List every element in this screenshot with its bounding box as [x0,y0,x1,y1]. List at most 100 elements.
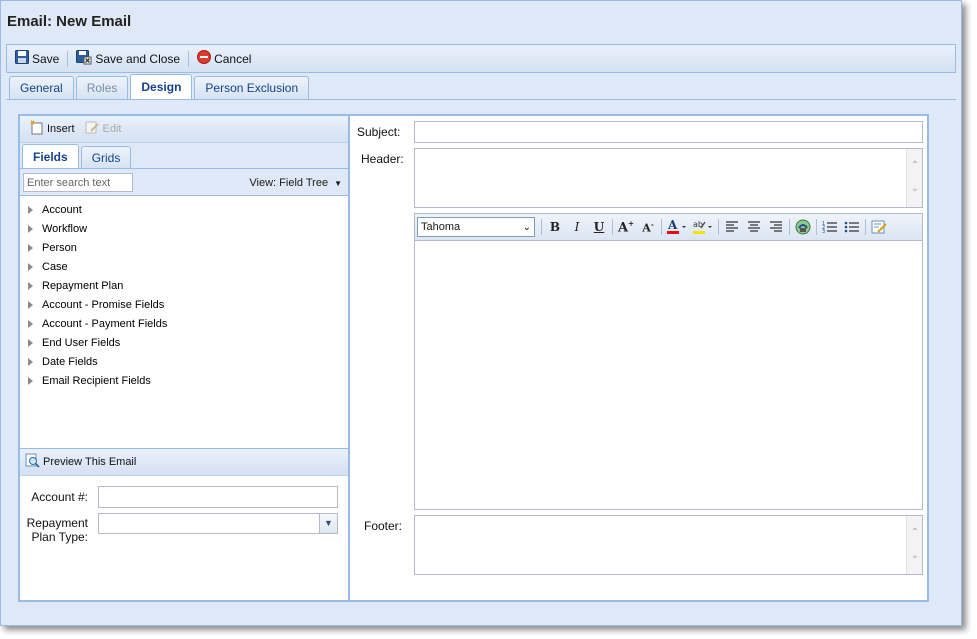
save-label: Save [32,51,60,66]
plan-type-label-line1: Repayment [26,516,88,530]
view-dropdown[interactable]: View: Field Tree ▼ [249,177,342,189]
tree-node-label: End User Fields [42,336,121,349]
tree-node-person[interactable]: Person [20,238,348,257]
chevron-down-icon[interactable]: ⌄ [910,551,920,561]
preview-email-button[interactable]: Preview This Email [25,451,140,473]
tree-node-payment-fields[interactable]: Account - Payment Fields [20,314,348,333]
header-textarea[interactable]: ⌃ ⌄ [414,148,923,208]
save-button[interactable]: Save [11,48,63,70]
tree-node-date-fields[interactable]: Date Fields [20,352,348,371]
italic-icon[interactable]: I [566,217,588,237]
body-editor[interactable]: Tahoma ⌄ B I U A+ A- A ab 1 2 3 [414,213,923,510]
expand-arrow-icon[interactable] [28,357,33,366]
tree-node-label: Account [42,203,82,216]
tab-label: Design [141,80,182,94]
bold-icon[interactable]: B [544,217,566,237]
underline-icon[interactable]: U [588,217,610,237]
expand-arrow-icon[interactable] [28,205,33,214]
tab-roles[interactable]: Roles [75,76,129,99]
preview-form: Account #: Repayment Plan Type: ▼ [20,476,348,596]
tree-node-label: Repayment Plan [42,279,124,292]
expand-arrow-icon[interactable] [28,243,33,252]
subject-label: Subject: [357,125,401,139]
dropdown-arrow-icon[interactable]: ▼ [319,514,337,533]
toolbar-divider [612,219,613,235]
expand-arrow-icon[interactable] [28,281,33,290]
header-scrollbar[interactable]: ⌃ ⌄ [906,149,922,207]
tab-label: Fields [33,149,68,164]
chevron-down-icon[interactable]: ⌄ [910,184,920,194]
subject-input[interactable] [414,121,923,143]
header-label: Header: [361,152,404,166]
tree-node-label: Case [42,260,68,273]
tree-node-end-user-fields[interactable]: End User Fields [20,333,348,352]
tab-grids[interactable]: Grids [80,146,132,168]
search-input[interactable] [23,173,133,192]
edit-label: Edit [102,123,122,135]
tab-design[interactable]: Design [130,74,193,99]
design-panel: Insert Edit Fields Grids View: Field Tre… [18,114,929,602]
tab-general[interactable]: General [9,76,74,99]
toolbar-divider [816,219,817,235]
main-tabs: General Roles Design Person Exclusion [6,74,956,100]
tab-fields[interactable]: Fields [22,144,79,168]
numbered-list-icon[interactable]: 123 [819,217,841,237]
preview-bar: Preview This Email [20,448,348,476]
align-left-icon[interactable] [721,217,743,237]
tree-node-case[interactable]: Case [20,257,348,276]
preview-label: Preview This Email [43,456,137,468]
tab-label: General [20,81,63,95]
editor-toolbar: Tahoma ⌄ B I U A+ A- A ab 1 2 3 [415,214,922,241]
bulleted-list-icon[interactable] [841,217,863,237]
footer-label: Footer: [364,519,403,533]
account-number-label: Account #: [31,490,88,504]
font-size-increase-icon[interactable]: A+ [615,217,637,237]
view-label: View: Field Tree [249,177,329,189]
font-family-select[interactable]: Tahoma ⌄ [417,217,535,237]
tree-node-label: Account - Payment Fields [42,317,168,330]
expand-arrow-icon[interactable] [28,262,33,271]
tree-node-repayment-plan[interactable]: Repayment Plan [20,276,348,295]
align-center-icon[interactable] [743,217,765,237]
save-close-icon [76,49,92,68]
chevron-up-icon[interactable]: ⌃ [910,161,920,171]
expand-arrow-icon[interactable] [28,319,33,328]
footer-scrollbar[interactable]: ⌃ ⌄ [906,516,922,574]
edit-button[interactable]: Edit [81,118,126,140]
font-family-value: Tahoma [421,221,461,233]
font-color-icon[interactable]: A [664,217,690,237]
account-number-input[interactable] [98,486,338,508]
chevron-up-icon[interactable]: ⌃ [910,528,920,538]
repayment-plan-type-select[interactable]: ▼ [98,513,338,534]
tree-node-account[interactable]: Account [20,200,348,219]
align-right-icon[interactable] [765,217,787,237]
expand-arrow-icon[interactable] [28,300,33,309]
tree-node-label: Account - Promise Fields [42,298,165,311]
tree-node-email-recipient-fields[interactable]: Email Recipient Fields [20,371,348,390]
tree-node-promise-fields[interactable]: Account - Promise Fields [20,295,348,314]
footer-textarea[interactable]: ⌃ ⌄ [414,515,923,575]
tab-label: Roles [86,81,118,95]
edit-source-icon[interactable] [868,217,890,237]
insert-link-icon[interactable] [792,217,814,237]
cancel-button[interactable]: Cancel [193,48,255,70]
expand-arrow-icon[interactable] [28,338,33,347]
highlight-color-icon[interactable]: ab [690,217,716,237]
toolbar-divider [188,50,190,67]
cancel-icon [197,50,212,67]
tab-person-exclusion[interactable]: Person Exclusion [194,76,310,99]
fields-toolbar: Insert Edit [20,116,348,143]
font-size-decrease-icon[interactable]: A- [637,217,659,237]
plan-type-label-line2: Plan Type: [31,530,88,544]
tree-node-workflow[interactable]: Workflow [20,219,348,238]
fields-panel: Insert Edit Fields Grids View: Field Tre… [20,116,350,600]
toolbar-divider [541,219,542,235]
save-and-close-label: Save and Close [95,51,181,66]
field-tree: Account Workflow Person Case Repayment P… [20,196,348,448]
cancel-label: Cancel [214,51,252,66]
expand-arrow-icon[interactable] [28,376,33,385]
insert-button[interactable]: Insert [25,118,79,140]
save-and-close-button[interactable]: Save and Close [72,48,184,70]
caret-down-icon: ▼ [334,178,342,188]
expand-arrow-icon[interactable] [28,224,33,233]
